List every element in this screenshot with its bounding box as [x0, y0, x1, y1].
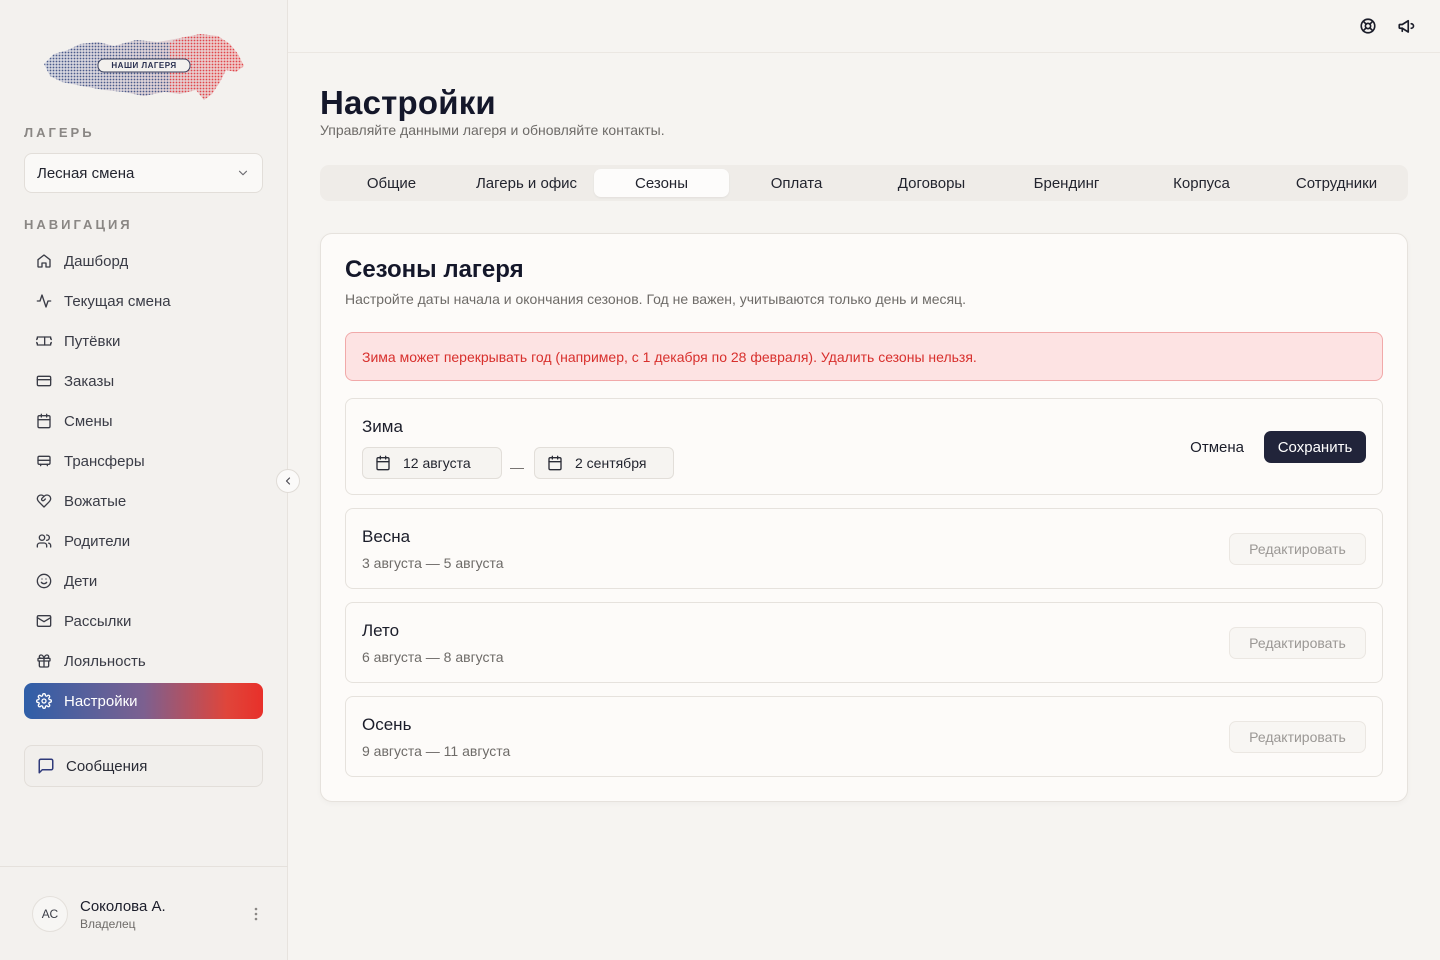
logo-text: НАШИ ЛАГЕРЯ [111, 61, 177, 70]
edit-button[interactable]: Редактировать [1229, 627, 1366, 659]
season-name: Осень [362, 715, 412, 734]
seasons-card: Сезоны лагеря Настройте даты начала и ок… [320, 233, 1408, 802]
sidebar-item-label: Рассылки [64, 612, 132, 630]
calendar-icon [547, 455, 563, 471]
credit-card-icon [36, 373, 52, 389]
season-name: Весна [362, 527, 411, 546]
collapse-sidebar-button[interactable] [276, 469, 300, 493]
season-name: Лето [362, 621, 400, 640]
sidebar-item-children[interactable]: Дети [24, 563, 263, 599]
sidebar-nav: Дашборд Текущая смена Путёвки Заказы Сме… [24, 243, 263, 723]
ticket-icon [36, 333, 52, 349]
sidebar-divider [0, 866, 288, 867]
sidebar: НАШИ ЛАГЕРЯ ЛАГЕРЬ Лесная смена НАВИГАЦИ… [0, 0, 288, 960]
settings-icon [36, 693, 52, 709]
save-button[interactable]: Сохранить [1264, 431, 1366, 463]
page-subtitle: Управляйте данными лагеря и обновляйте к… [320, 122, 665, 138]
sidebar-item-loyalty[interactable]: Лояльность [24, 643, 263, 679]
season-row-summer: Лето 6 августа — 8 августа Редактировать [345, 602, 1383, 683]
start-date-input[interactable]: 12 августа [362, 447, 502, 479]
edit-button[interactable]: Редактировать [1229, 533, 1366, 565]
season-range: 6 августа — 8 августа [362, 649, 504, 665]
sidebar-item-label: Родители [64, 532, 131, 550]
chevron-down-icon [238, 170, 248, 176]
end-date-input[interactable]: 2 сентября [534, 447, 674, 479]
sidebar-item-label: Текущая смена [64, 292, 171, 310]
card-title: Сезоны лагеря [345, 256, 524, 283]
messages-label: Сообщения [66, 757, 148, 775]
nav-section-label: НАВИГАЦИЯ [24, 217, 133, 232]
sidebar-item-label: Настройки [64, 692, 138, 710]
tab-branding[interactable]: Брендинг [999, 169, 1134, 197]
user-profile[interactable]: АС Соколова А. Владелец [32, 894, 264, 934]
sidebar-item-label: Вожатые [64, 492, 127, 510]
cancel-button[interactable]: Отмена [1190, 431, 1244, 463]
user-name: Соколова А. [80, 897, 166, 915]
activity-icon [36, 293, 52, 309]
calendar-icon [375, 455, 391, 471]
page-title: Настройки [320, 84, 496, 121]
tab-contracts[interactable]: Договоры [864, 169, 999, 197]
tab-general[interactable]: Общие [324, 169, 459, 197]
season-row-spring: Весна 3 августа — 5 августа Редактироват… [345, 508, 1383, 589]
season-name: Зима [362, 417, 403, 436]
tab-buildings[interactable]: Корпуса [1134, 169, 1269, 197]
sidebar-item-mailings[interactable]: Рассылки [24, 603, 263, 639]
edit-button[interactable]: Редактировать [1229, 721, 1366, 753]
sidebar-item-vouchers[interactable]: Путёвки [24, 323, 263, 359]
sidebar-item-label: Дети [64, 572, 98, 590]
sidebar-item-orders[interactable]: Заказы [24, 363, 263, 399]
season-range: 9 августа — 11 августа [362, 743, 511, 759]
message-square-icon [37, 757, 55, 775]
camp-select-value: Лесная смена [37, 164, 135, 182]
sidebar-item-label: Путёвки [64, 332, 121, 350]
user-info: Соколова А. Владелец [80, 898, 166, 931]
camp-section-label: ЛАГЕРЬ [24, 125, 95, 140]
season-range: 3 августа — 5 августа [362, 555, 504, 571]
gift-icon [36, 653, 52, 669]
camp-select[interactable]: Лесная смена [24, 153, 263, 193]
sidebar-item-settings[interactable]: Настройки [24, 683, 263, 719]
warning-alert: Зима может перекрывать год (например, с … [345, 332, 1383, 381]
tab-camp-office[interactable]: Лагерь и офис [459, 169, 594, 197]
sidebar-item-current-shift[interactable]: Текущая смена [24, 283, 263, 319]
chevron-left-icon [285, 477, 291, 485]
season-row-editing: Зима 12 августа — 2 сентября Отмена Сохр… [345, 398, 1383, 495]
megaphone-icon[interactable] [1397, 17, 1415, 35]
tab-staff[interactable]: Сотрудники [1269, 169, 1404, 197]
tab-seasons[interactable]: Сезоны [594, 169, 729, 197]
sidebar-item-label: Лояльность [64, 652, 146, 670]
top-bar [288, 0, 1440, 53]
sidebar-item-parents[interactable]: Родители [24, 523, 263, 559]
sidebar-item-dashboard[interactable]: Дашборд [24, 243, 263, 279]
end-date-value: 2 сентября [575, 455, 647, 471]
alert-text: Зима может перекрывать год (например, с … [362, 348, 977, 365]
sidebar-item-label: Смены [64, 412, 113, 430]
tab-payment[interactable]: Оплата [729, 169, 864, 197]
mail-icon [36, 613, 52, 629]
user-role: Владелец [80, 916, 136, 931]
card-subtitle: Настройте даты начала и окончания сезоно… [345, 291, 966, 307]
users-icon [36, 533, 52, 549]
sidebar-item-transfers[interactable]: Трансферы [24, 443, 263, 479]
sidebar-item-label: Трансферы [64, 452, 145, 470]
settings-tabs: Общие Лагерь и офис Сезоны Оплата Догово… [320, 165, 1408, 201]
sidebar-item-counselors[interactable]: Вожатые [24, 483, 263, 519]
bus-icon [36, 453, 52, 469]
logo[interactable]: НАШИ ЛАГЕРЯ [40, 30, 246, 104]
sidebar-item-shifts[interactable]: Смены [24, 403, 263, 439]
sidebar-item-label: Заказы [64, 372, 115, 390]
start-date-value: 12 августа [403, 455, 471, 471]
smile-icon [36, 573, 52, 589]
season-row-autumn: Осень 9 августа — 11 августа Редактирова… [345, 696, 1383, 777]
sidebar-item-label: Дашборд [64, 252, 129, 270]
messages-button[interactable]: Сообщения [24, 745, 263, 787]
calendar-icon [36, 413, 52, 429]
avatar: АС [32, 896, 68, 932]
heart-handshake-icon [36, 493, 52, 509]
more-vertical-icon[interactable] [248, 906, 264, 922]
lifebuoy-icon[interactable] [1359, 17, 1377, 35]
date-separator: — [510, 459, 524, 475]
home-icon [36, 253, 52, 269]
